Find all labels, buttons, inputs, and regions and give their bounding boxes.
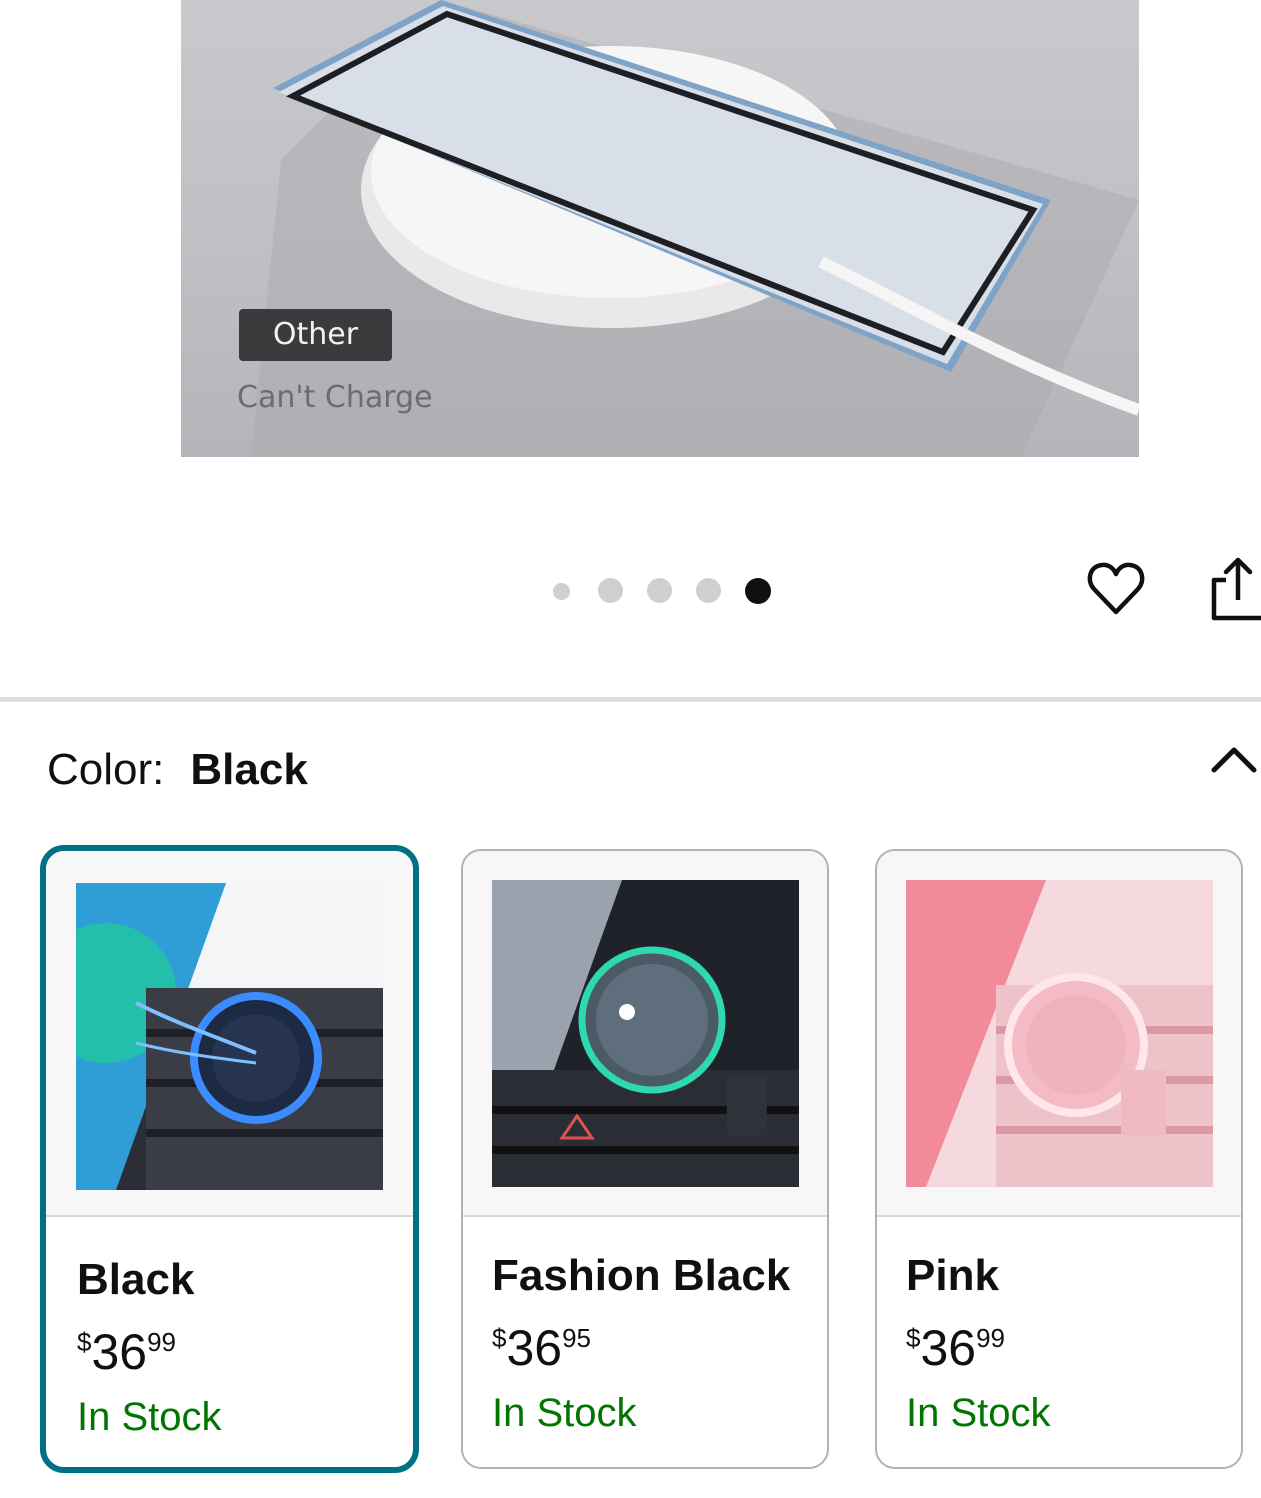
carousel-dot[interactable]	[553, 583, 570, 600]
variant-thumbnail	[492, 880, 799, 1187]
chevron-up-icon	[1211, 747, 1257, 773]
share-button[interactable]	[1210, 556, 1261, 622]
color-label: Color:	[47, 745, 165, 794]
availability-status: In Stock	[492, 1391, 637, 1435]
price-whole: 36	[506, 1320, 563, 1376]
price-currency: $	[906, 1323, 921, 1353]
section-divider	[0, 697, 1261, 702]
price-whole: 36	[91, 1324, 148, 1380]
price-currency: $	[492, 1323, 507, 1353]
favorite-button[interactable]	[1085, 558, 1147, 620]
variant-thumbnail	[906, 880, 1213, 1187]
collapse-color-button[interactable]	[1208, 740, 1260, 780]
price-fraction: 95	[562, 1323, 592, 1353]
variant-image-area	[877, 851, 1241, 1217]
variant-card-pink[interactable]: Pink $3699 In Stock	[875, 849, 1243, 1469]
variant-name: Pink	[906, 1251, 999, 1300]
variant-thumbnail	[76, 883, 383, 1190]
share-icon	[1211, 557, 1261, 621]
price-fraction: 99	[976, 1323, 1006, 1353]
price-fraction: 99	[147, 1327, 177, 1357]
variant-price: $3699	[77, 1323, 176, 1381]
variant-card-black[interactable]: Black $3699 In Stock	[40, 845, 419, 1473]
heart-icon	[1087, 562, 1145, 615]
color-selector-header: Color: Black	[47, 745, 308, 795]
variant-name: Fashion Black	[492, 1251, 791, 1300]
hero-badge: Other	[239, 309, 392, 361]
selected-color-value: Black	[190, 745, 308, 794]
availability-status: In Stock	[77, 1395, 222, 1439]
availability-status: In Stock	[906, 1391, 1051, 1435]
carousel-dot[interactable]	[598, 578, 623, 603]
variant-price: $3695	[492, 1319, 591, 1377]
price-currency: $	[77, 1327, 92, 1357]
variant-image-area	[46, 851, 413, 1217]
hero-caption: Can't Charge	[237, 380, 433, 415]
carousel-dot[interactable]	[696, 578, 721, 603]
product-image[interactable]: Other Can't Charge	[181, 0, 1139, 457]
variant-image-area	[463, 851, 827, 1217]
variant-price: $3699	[906, 1319, 1005, 1377]
price-whole: 36	[920, 1320, 977, 1376]
carousel-dot-active[interactable]	[745, 578, 771, 604]
product-page: Other Can't Charge Color: Black Black $3…	[0, 0, 1261, 1498]
variant-name: Black	[77, 1255, 195, 1304]
variant-card-fashion-black[interactable]: Fashion Black $3695 In Stock	[461, 849, 829, 1469]
carousel-dot[interactable]	[647, 578, 672, 603]
carousel-indicator	[0, 575, 1261, 605]
